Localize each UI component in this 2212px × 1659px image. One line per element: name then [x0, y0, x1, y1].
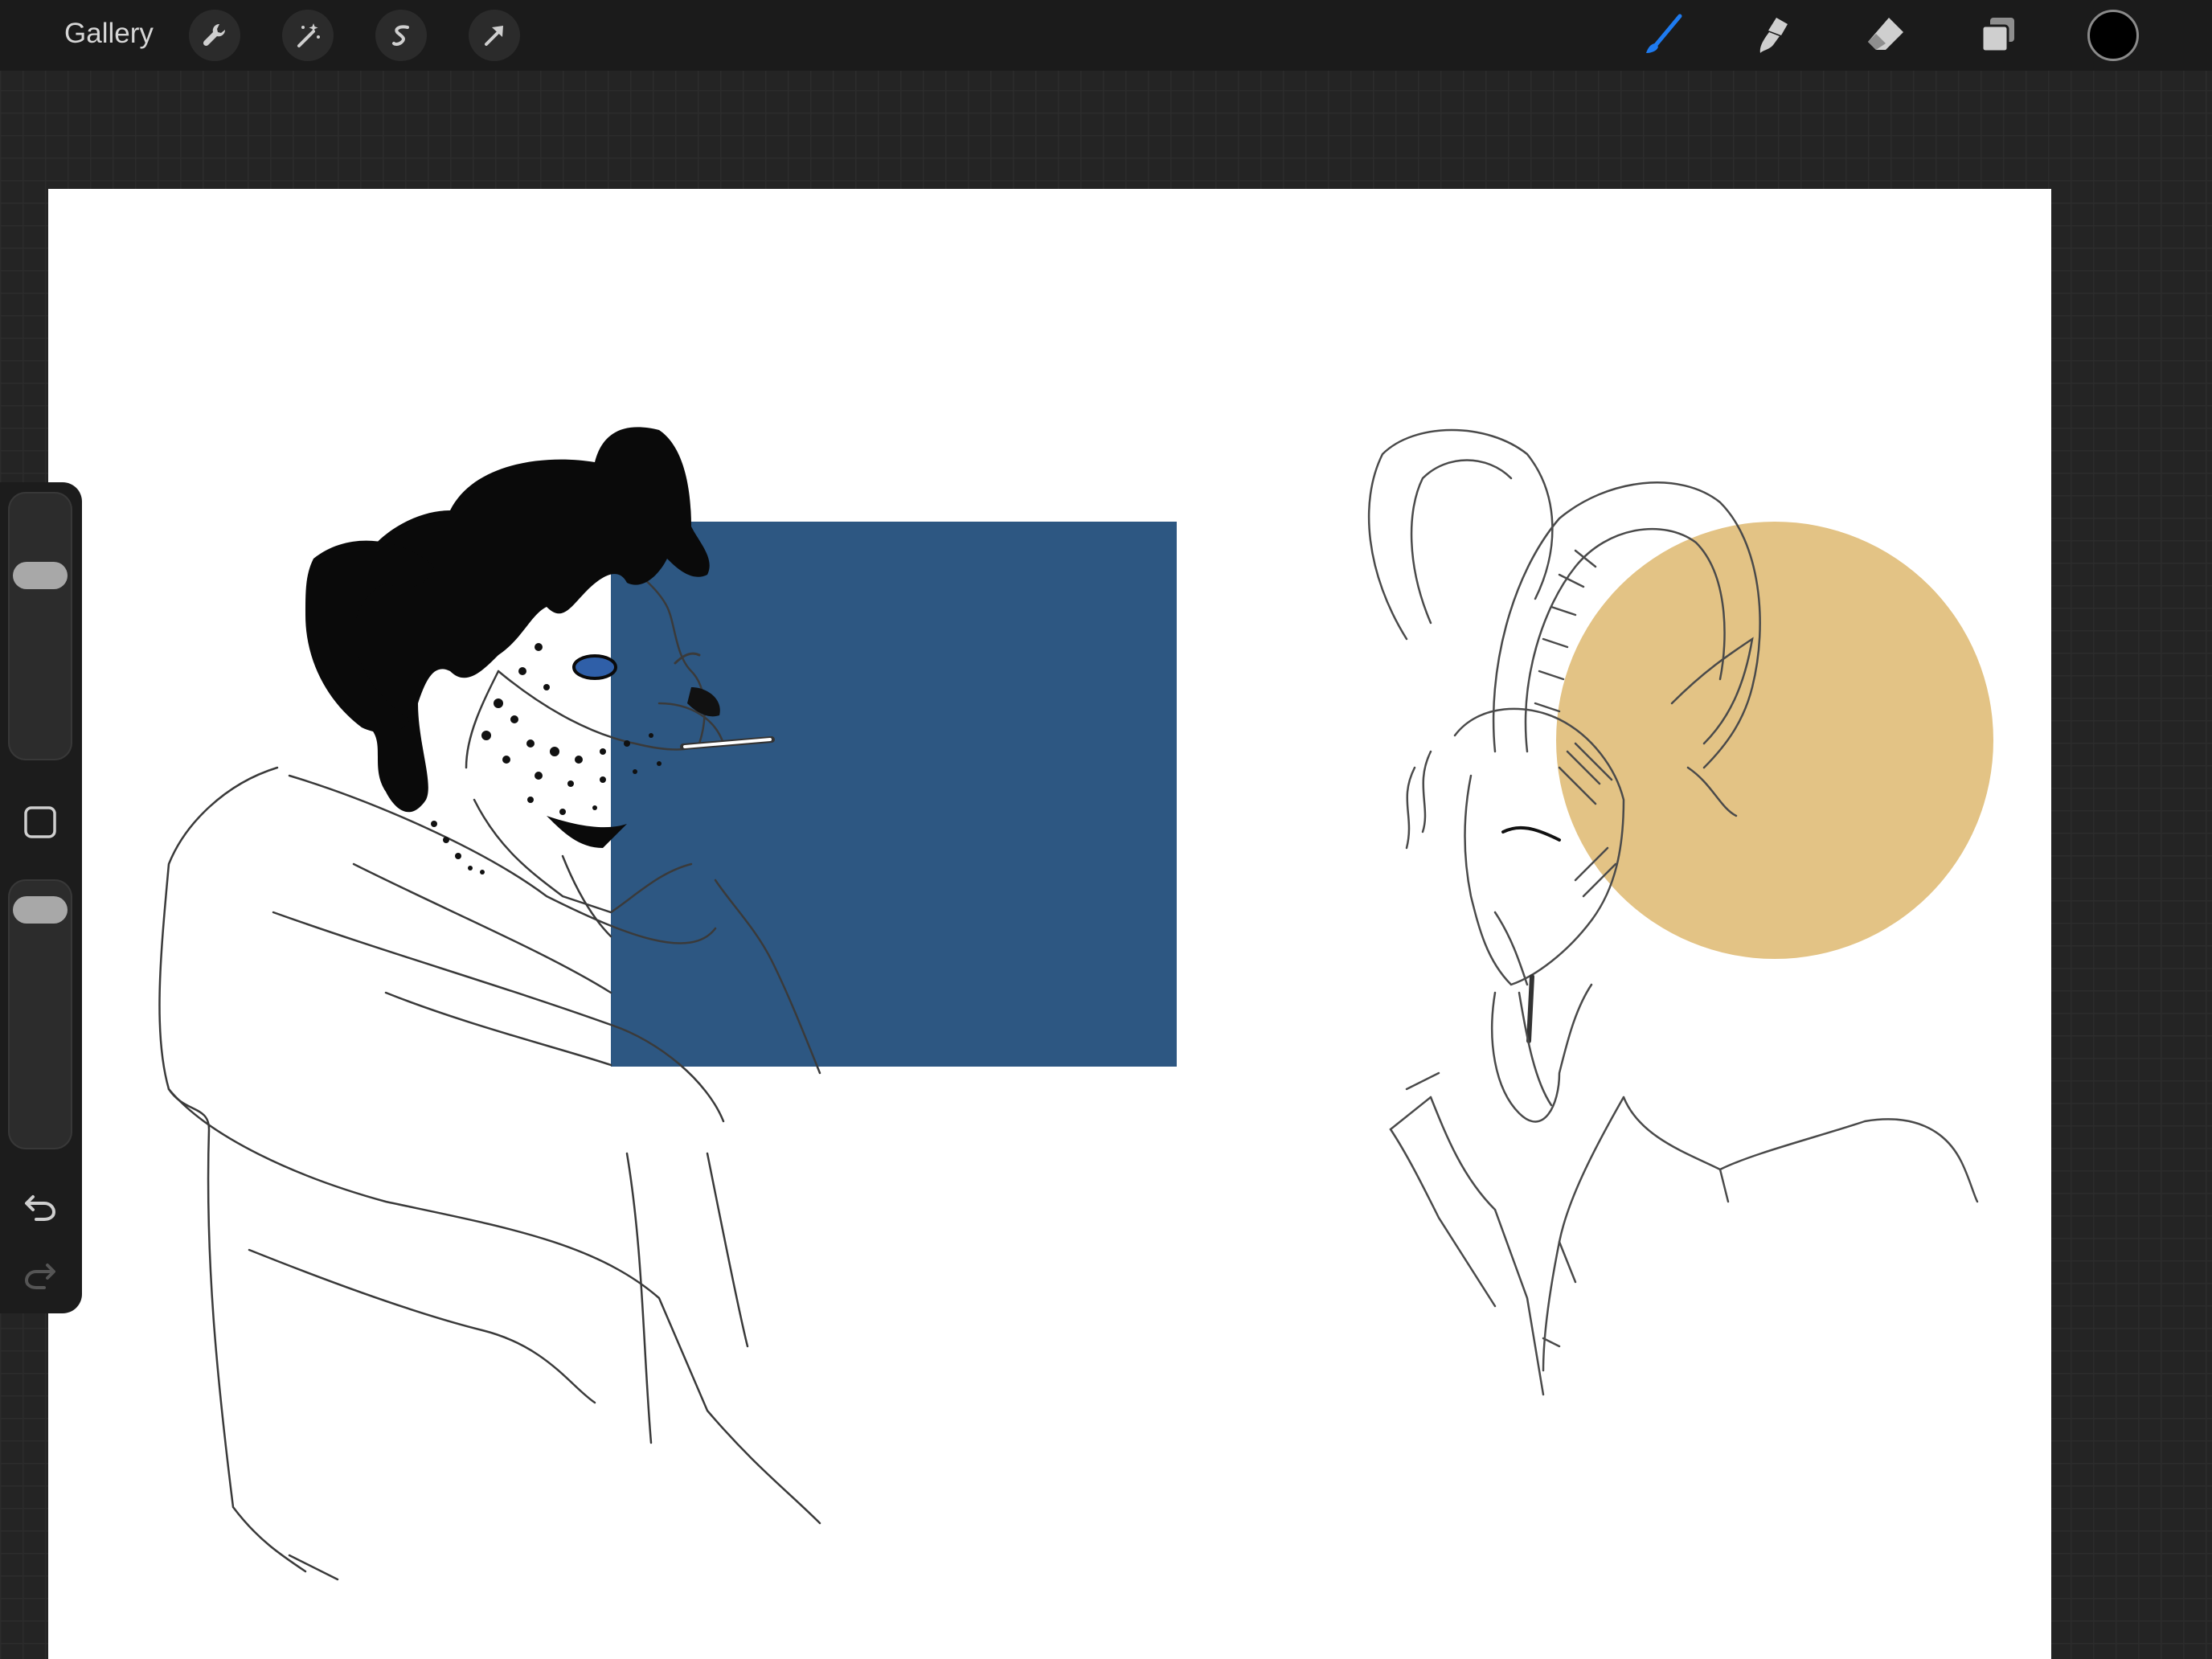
transform-arrow-icon [485, 26, 503, 46]
magic-wand-icon [297, 23, 320, 47]
actions-button[interactable] [189, 10, 240, 61]
top-toolbar: Gallery [0, 0, 2212, 71]
modify-button[interactable] [16, 798, 64, 846]
redo-icon [24, 1264, 55, 1289]
eraser-tool-button[interactable] [1857, 6, 1915, 64]
opacity-slider[interactable] [8, 879, 72, 1149]
wrench-icon [203, 23, 226, 47]
eraser-icon [1868, 18, 1903, 50]
undo-button[interactable] [16, 1182, 64, 1230]
square-modify-icon [24, 806, 56, 838]
brush-icon [1646, 14, 1682, 53]
selection-button[interactable] [375, 10, 427, 61]
color-picker-button[interactable] [2087, 10, 2139, 61]
brush-sidebar [0, 482, 82, 1313]
layers-button[interactable] [1969, 6, 2027, 64]
drawing-canvas[interactable] [48, 189, 2051, 1659]
brush-tool-button[interactable] [1635, 6, 1693, 64]
undo-icon [25, 1195, 56, 1221]
leopard-eye [572, 654, 617, 680]
redo-button[interactable] [16, 1250, 64, 1298]
gallery-button[interactable]: Gallery [64, 16, 154, 51]
selection-s-icon [392, 25, 409, 46]
transform-button[interactable] [469, 10, 520, 61]
smudge-tool-button[interactable] [1744, 6, 1802, 64]
brush-size-thumb[interactable] [13, 562, 68, 589]
layers-icon [1981, 18, 2014, 53]
gold-circle [1556, 522, 1993, 959]
opacity-thumb[interactable] [13, 896, 68, 924]
smudge-icon [1759, 18, 1788, 53]
blue-rectangle [611, 522, 1177, 1067]
adjustments-button[interactable] [282, 10, 334, 61]
artwork-layer [158, 427, 1993, 1581]
brush-size-slider[interactable] [8, 492, 72, 760]
